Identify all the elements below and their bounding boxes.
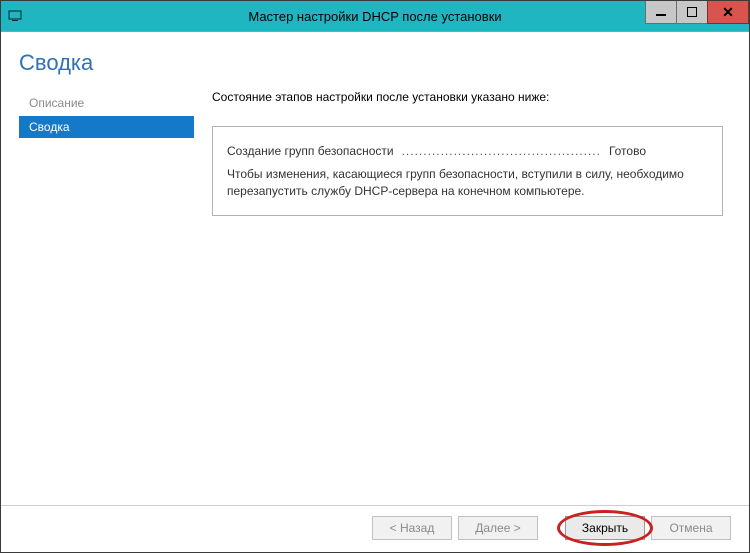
maximize-button[interactable] bbox=[676, 1, 708, 24]
content-area: Описание Сводка Состояние этапов настрой… bbox=[1, 86, 749, 505]
main-panel: Состояние этапов настройки после установ… bbox=[194, 86, 731, 505]
page-heading: Сводка bbox=[1, 32, 749, 86]
status-value: Готово bbox=[609, 143, 646, 160]
wizard-sidebar: Описание Сводка bbox=[19, 86, 194, 505]
next-button: Далее > bbox=[458, 516, 538, 540]
wizard-body: Сводка Описание Сводка Состояние этапов … bbox=[1, 31, 749, 552]
sidebar-item-description[interactable]: Описание bbox=[19, 92, 194, 114]
maximize-icon bbox=[687, 7, 697, 17]
window-buttons: ✕ bbox=[646, 1, 749, 23]
app-icon bbox=[7, 8, 23, 24]
cancel-button: Отмена bbox=[651, 516, 731, 540]
status-dots: ........................................… bbox=[402, 143, 601, 160]
wizard-footer: < Назад Далее > Закрыть Отмена bbox=[1, 505, 749, 552]
wizard-window: Мастер настройки DHCP после установки ✕ … bbox=[0, 0, 750, 553]
minimize-icon bbox=[656, 14, 666, 16]
close-button[interactable]: Закрыть bbox=[565, 516, 645, 540]
minimize-button[interactable] bbox=[645, 1, 677, 24]
summary-box: Создание групп безопасности ............… bbox=[212, 126, 723, 216]
status-row: Создание групп безопасности ............… bbox=[227, 143, 708, 160]
summary-note: Чтобы изменения, касающиеся групп безопа… bbox=[227, 166, 708, 200]
window-title: Мастер настройки DHCP после установки bbox=[1, 9, 749, 24]
status-label: Создание групп безопасности bbox=[227, 143, 394, 160]
intro-text: Состояние этапов настройки после установ… bbox=[212, 90, 731, 104]
console-icon bbox=[8, 9, 22, 23]
button-spacer bbox=[544, 516, 559, 540]
close-icon: ✕ bbox=[722, 5, 734, 19]
titlebar[interactable]: Мастер настройки DHCP после установки ✕ bbox=[1, 1, 749, 31]
close-button-highlight: Закрыть bbox=[565, 516, 645, 540]
sidebar-item-summary[interactable]: Сводка bbox=[19, 116, 194, 138]
back-button: < Назад bbox=[372, 516, 452, 540]
window-close-button[interactable]: ✕ bbox=[707, 1, 749, 24]
